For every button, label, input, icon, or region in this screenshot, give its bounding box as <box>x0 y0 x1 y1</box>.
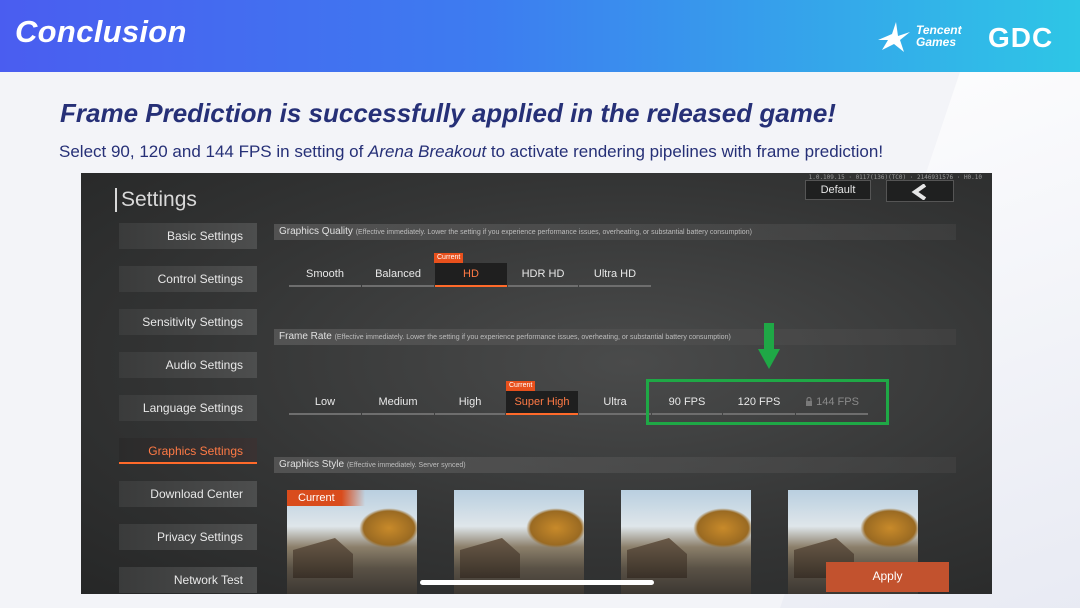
sidebar-item-download-center[interactable]: Download Center <box>119 481 257 507</box>
quality-option-smooth[interactable]: Smooth <box>289 263 361 287</box>
back-button[interactable] <box>886 180 954 202</box>
slide-caption: Select 90, 120 and 144 FPS in setting of… <box>59 142 883 162</box>
sidebar-item-privacy-settings[interactable]: Privacy Settings <box>119 524 257 550</box>
fps-highlight-box <box>646 379 889 425</box>
graphics-style-title: Graphics Style <box>279 459 345 470</box>
gdc-logo: GDC <box>988 22 1054 53</box>
sidebar-item-basic-settings[interactable]: Basic Settings <box>119 223 257 249</box>
chevron-left-icon <box>911 184 927 200</box>
quality-option-balanced[interactable]: Balanced <box>362 263 434 287</box>
sidebar-item-audio-settings[interactable]: Audio Settings <box>119 352 257 378</box>
tencent-mark-icon <box>878 22 910 52</box>
graphics-quality-title: Graphics Quality <box>279 226 353 237</box>
home-indicator[interactable] <box>420 580 654 585</box>
default-button[interactable]: Default <box>805 180 871 200</box>
fps-option-medium[interactable]: Medium <box>362 391 434 415</box>
settings-title: Settings <box>115 188 197 212</box>
fps-option-high[interactable]: High <box>435 391 505 415</box>
graphics-quality-current-tag: Current <box>434 253 464 263</box>
graphics-quality-header: Graphics Quality (Effective immediately.… <box>274 224 956 240</box>
sidebar-item-graphics-settings[interactable]: Graphics Settings <box>119 438 257 464</box>
quality-option-hd[interactable]: HD <box>435 263 507 287</box>
graphics-style-note: (Effective immediately. Server synced) <box>346 462 466 469</box>
frame-rate-current-tag: Current <box>506 381 536 391</box>
sidebar-item-sensitivity-settings[interactable]: Sensitivity Settings <box>119 309 257 335</box>
slide-title: Conclusion <box>15 14 187 49</box>
slide-header: Conclusion Tencent Games GDC <box>0 0 1080 72</box>
graphics-style-card-3[interactable] <box>621 490 751 594</box>
sidebar-item-control-settings[interactable]: Control Settings <box>119 266 257 292</box>
fps-option-low[interactable]: Low <box>289 391 361 415</box>
fps-option-ultra[interactable]: Ultra <box>579 391 651 415</box>
graphics-style-card-1[interactable]: Current <box>287 490 417 594</box>
fps-option-super-high[interactable]: Super High <box>506 391 578 415</box>
quality-option-hdr-hd[interactable]: HDR HD <box>508 263 578 287</box>
game-settings-screenshot: 1.0.109.15 · 0117(136)(TC0) · 2146931576… <box>81 173 992 594</box>
slide-subtitle: Frame Prediction is successfully applied… <box>60 98 836 128</box>
tencent-logo-line2: Games <box>916 35 957 49</box>
frame-rate-header: Frame Rate (Effective immediately. Lower… <box>274 329 956 345</box>
graphics-style-card-2[interactable] <box>454 490 584 594</box>
quality-option-ultra-hd[interactable]: Ultra HD <box>579 263 651 287</box>
tencent-games-logo: Tencent Games <box>874 18 974 56</box>
caption-text-start: Select 90, 120 and 144 FPS in setting of <box>59 142 369 161</box>
frame-rate-note: (Effective immediately. Lower the settin… <box>334 334 731 341</box>
apply-button[interactable]: Apply <box>826 562 949 592</box>
frame-rate-title: Frame Rate <box>279 331 332 342</box>
graphics-style-current-tag: Current <box>287 490 365 506</box>
graphics-quality-note: (Effective immediately. Lower the settin… <box>355 229 752 236</box>
arrow-down-icon <box>758 323 780 369</box>
graphics-style-header: Graphics Style (Effective immediately. S… <box>274 457 956 473</box>
sidebar-item-language-settings[interactable]: Language Settings <box>119 395 257 421</box>
caption-game-name: Arena Breakout <box>368 142 487 161</box>
caption-text-end: to activate rendering pipelines with fra… <box>486 142 884 161</box>
sidebar-item-network-test[interactable]: Network Test <box>119 567 257 593</box>
